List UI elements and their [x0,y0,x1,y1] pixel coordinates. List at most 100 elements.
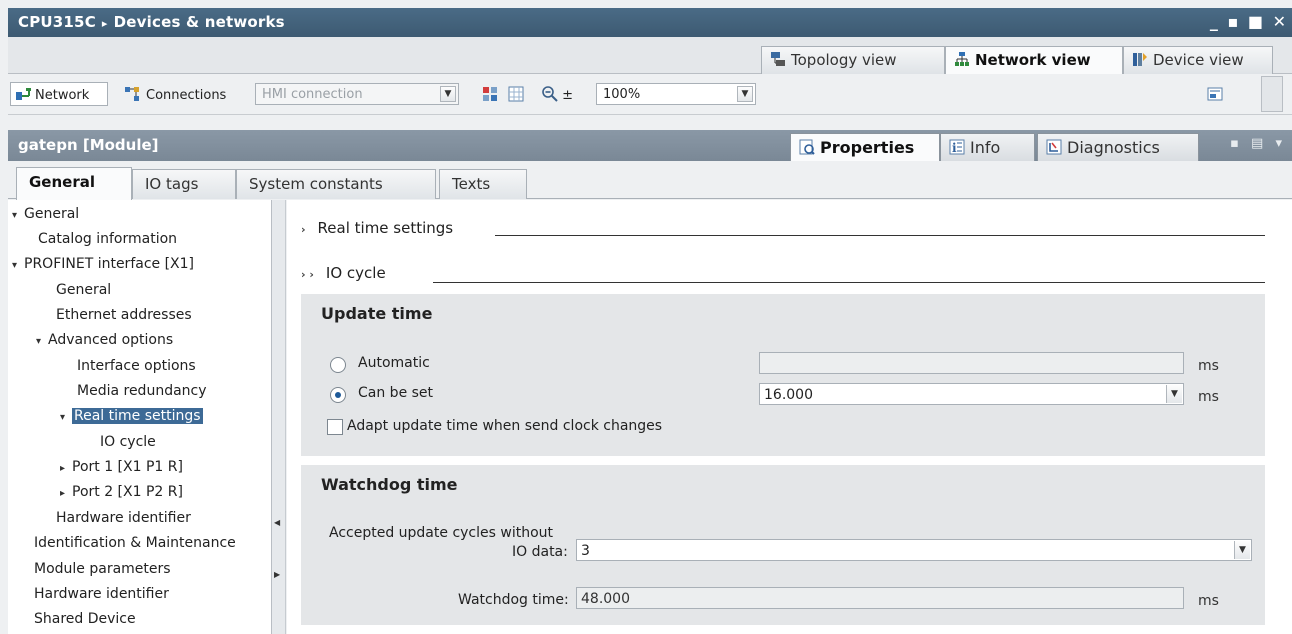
tab-label: Network view [975,51,1091,69]
group-title: Watchdog time [321,475,458,494]
collapsed-arrow-icon[interactable]: ▸ [60,463,72,474]
overview-button[interactable] [1203,82,1225,106]
update-time-select[interactable]: 16.000 ▼ [759,383,1184,405]
tree-item-interface-options[interactable]: Interface options [77,358,196,382]
chevron-down-icon[interactable]: ▼ [1234,541,1250,559]
tab-topology-view[interactable]: Topology view [761,46,945,74]
chevron-down-icon[interactable]: ▼ [737,86,753,102]
expanded-arrow-icon[interactable]: ▾ [60,412,72,423]
side-panel-collapse-handle[interactable] [1261,76,1283,112]
collapse-left-icon[interactable]: ◀ [274,518,280,527]
tree-item-shared-device[interactable]: Shared Device [34,611,136,634]
unit-label: ms [1198,358,1219,374]
watchdog-time-group: Watchdog time Accepted update cycles wit… [301,465,1265,625]
tree-item-profinet-interface[interactable]: ▾ PROFINET interface [X1] [12,256,194,280]
accepted-cycles-label-line1: Accepted update cycles without [329,525,553,541]
tab-io-tags[interactable]: IO tags [132,169,236,199]
expanded-arrow-icon[interactable]: ▾ [12,210,24,221]
tree-item-port-1[interactable]: ▸ Port 1 [X1 P1 R] [60,459,183,483]
tab-general[interactable]: General [16,167,132,200]
network-icon [955,52,969,66]
breadcrumb-root[interactable]: CPU315C [18,13,96,31]
module-title: gatepn [Module] [18,136,159,154]
topology-icon [771,52,785,66]
unit-label: ms [1198,389,1219,405]
overview-icon [1207,87,1223,101]
accepted-cycles-select[interactable]: 3 ▼ [576,539,1252,561]
tree-item-module-parameters[interactable]: Module parameters [34,561,171,585]
tab-device-view[interactable]: Device view [1123,46,1273,74]
zoom-button[interactable]: ± [538,82,594,106]
adapt-update-time-label: Adapt update time when send clock change… [347,418,663,434]
tree-item-label: Port 1 [X1 P1 R] [72,459,183,475]
tree-item-hardware-identifier-sub[interactable]: Hardware identifier [56,510,191,534]
svg-text:i: i [952,141,957,155]
tree-item-media-redundancy[interactable]: Media redundancy [77,383,207,407]
window-controls[interactable]: _ ▪ ■ ✕ [1210,12,1288,31]
tree-splitter[interactable]: ◀ ▶ [272,200,286,634]
can-be-set-label: Can be set [358,385,434,401]
tree-item-identification-maintenance[interactable]: Identification & Maintenance [34,535,236,559]
tree-item-label: Hardware identifier [56,510,191,526]
tree-item-io-cycle[interactable]: IO cycle [100,434,156,458]
tab-label: Properties [820,138,915,157]
can-be-set-radio[interactable] [330,387,346,403]
tab-label: Info [970,138,1001,157]
collapsed-arrow-icon[interactable]: ▸ [60,488,72,499]
grid-button[interactable] [504,82,528,106]
network-button-label: Network [35,88,90,103]
tree-item-ethernet-addresses[interactable]: Ethernet addresses [56,307,192,331]
zoom-select[interactable]: 100% ▼ [596,83,756,105]
inspector-header: gatepn [Module] Properties i Info Diagnos… [8,130,1292,161]
chevron-right-icon: › [301,223,306,236]
network-button[interactable]: Network [10,82,108,106]
tab-system-constants[interactable]: System constants [236,169,436,199]
tree-item-label: Hardware identifier [34,586,169,602]
expanded-arrow-icon[interactable]: ▾ [12,260,24,271]
tree-item-label: General [24,206,80,222]
watchdog-time-field: 48.000 [576,587,1184,609]
tree-item-general-sub[interactable]: General [56,282,111,306]
tab-properties[interactable]: Properties [790,133,940,161]
tree-item-advanced-options[interactable]: ▾ Advanced options [36,332,173,356]
automatic-radio[interactable] [330,357,346,373]
tab-label: Topology view [791,51,897,69]
tab-diagnostics[interactable]: Diagnostics [1037,133,1199,161]
section-header-real-time-settings[interactable]: › Real time settings [301,219,453,237]
tree-item-label: Media redundancy [77,383,207,399]
window-title-bar: CPU315C ▸ Devices & networks _ ▪ ■ ✕ [8,8,1292,37]
group-title: Update time [321,304,433,323]
chevron-down-icon[interactable]: ▼ [1166,385,1182,403]
connections-button[interactable]: Connections [120,82,250,106]
zoom-step-icon: ± [562,88,574,103]
section-header-io-cycle[interactable]: › › IO cycle [301,264,386,282]
adapt-update-time-checkbox[interactable] [327,419,343,435]
tree-item-catalog-information[interactable]: Catalog information [38,231,177,255]
breadcrumb: CPU315C ▸ Devices & networks [18,13,285,31]
tree-item-port-2[interactable]: ▸ Port 2 [X1 P2 R] [60,484,183,508]
properties-icon [799,139,815,155]
inspector-window-controls[interactable]: ▪ ▤ ▾ [1230,136,1286,151]
accepted-cycles-value: 3 [581,543,590,559]
breadcrumb-page: Devices & networks [113,13,285,31]
tree-item-label: Interface options [77,358,196,374]
automatic-update-time-field [759,352,1184,374]
connection-type-select[interactable]: HMI connection ▼ [255,83,459,105]
tree-item-label: Advanced options [48,332,174,348]
watchdog-time-label: Watchdog time: [458,592,569,608]
tab-info[interactable]: i Info [940,133,1035,161]
update-time-group: Update time Automatic ms Can be set 16.0… [301,294,1265,456]
diagnostics-icon [1046,139,1062,155]
expanded-arrow-icon[interactable]: ▾ [36,336,48,347]
tree-item-real-time-settings[interactable]: ▾ Real time settings [60,407,204,432]
expand-right-icon[interactable]: ▶ [274,570,280,579]
tree-item-hardware-identifier[interactable]: Hardware identifier [34,586,169,610]
zoom-value: 100% [603,87,641,102]
tree-item-general[interactable]: ▾ General [12,206,79,230]
chevron-down-icon[interactable]: ▼ [440,86,456,102]
tab-network-view[interactable]: Network view [945,46,1123,74]
tree-item-label: General [56,282,112,298]
highlight-connections-button[interactable] [478,82,502,106]
tab-label: Device view [1153,51,1244,69]
tab-texts[interactable]: Texts [439,169,527,199]
